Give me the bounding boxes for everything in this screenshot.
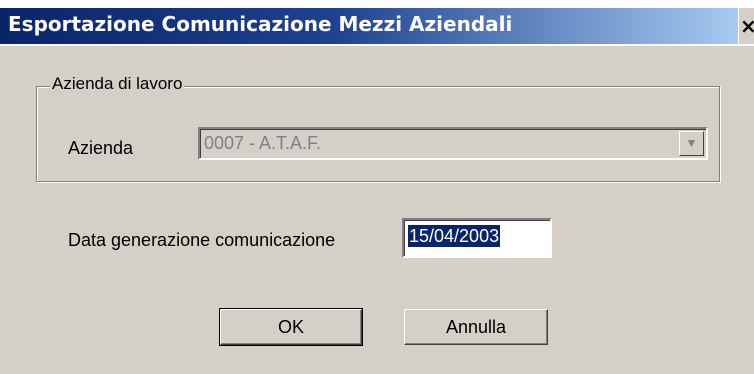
window-title: Esportazione Comunicazione Mezzi Azienda… <box>8 12 513 36</box>
export-dialog: Esportazione Comunicazione Mezzi Azienda… <box>0 0 754 374</box>
close-icon: × <box>740 14 754 38</box>
azienda-label: Azienda <box>68 138 134 158</box>
close-button[interactable]: × <box>738 8 754 44</box>
ok-button-label: OK <box>277 317 304 337</box>
azienda-combobox: 0007 - A.T.A.F. ▼ <box>198 127 708 160</box>
chevron-down-icon: ▼ <box>685 136 698 150</box>
ok-button[interactable]: OK <box>219 308 363 346</box>
cancel-button[interactable]: Annulla <box>404 309 548 345</box>
azienda-combobox-value: 0007 - A.T.A.F. <box>204 133 322 153</box>
title-bar: Esportazione Comunicazione Mezzi Azienda… <box>0 0 754 46</box>
date-input-value: 15/04/2003 <box>408 225 501 247</box>
cancel-button-label: Annulla <box>445 317 507 337</box>
company-group-legend: Azienda di lavoro <box>50 73 185 95</box>
azienda-dropdown-button: ▼ <box>679 131 704 156</box>
date-input[interactable]: 15/04/2003 <box>402 218 552 258</box>
date-label: Data generazione comunicazione <box>68 230 336 250</box>
